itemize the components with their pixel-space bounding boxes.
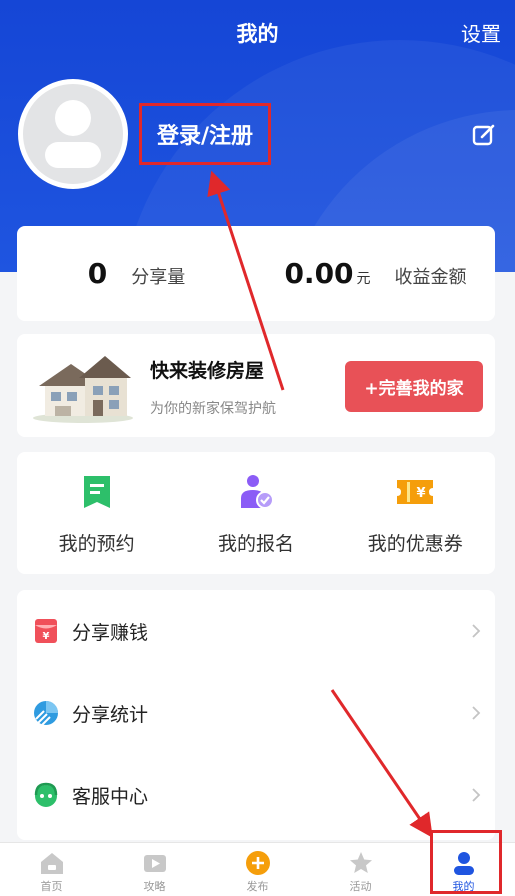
quick-action-appointments[interactable]: 我的预约 bbox=[17, 452, 176, 574]
share-count-stat[interactable]: 0 分享量 bbox=[17, 257, 256, 290]
chevron-right-icon bbox=[472, 624, 481, 638]
tab-label: 发布 bbox=[246, 880, 269, 893]
home-icon bbox=[40, 853, 63, 874]
tab-label: 首页 bbox=[40, 880, 63, 893]
quick-action-registrations[interactable]: 我的报名 bbox=[176, 452, 335, 574]
promo-subtitle: 为你的新家保驾护航 bbox=[150, 401, 276, 417]
menu-card: ¥ 分享赚钱 分享统计 客服中心 bbox=[17, 590, 495, 840]
tab-label: 攻略 bbox=[143, 880, 166, 893]
login-register-link[interactable]: 登录/注册 bbox=[157, 118, 253, 150]
earnings-stat[interactable]: 0.00 元 收益金额 bbox=[256, 257, 495, 290]
tab-label: 活动 bbox=[349, 880, 372, 893]
tab-guides[interactable]: 攻略 bbox=[103, 843, 206, 896]
menu-item-label: 分享赚钱 bbox=[72, 621, 149, 644]
promo-card: 快来装修房屋 为你的新家保驾护航 +完善我的家 bbox=[17, 334, 495, 437]
tab-highlight-box bbox=[430, 830, 502, 894]
chevron-right-icon bbox=[472, 788, 481, 802]
earnings-label: 收益金额 bbox=[394, 267, 467, 288]
svg-text:¥: ¥ bbox=[43, 631, 50, 642]
avatar-body bbox=[45, 142, 101, 168]
bookmark-icon bbox=[83, 476, 110, 508]
headset-icon bbox=[34, 782, 58, 807]
edit-icon[interactable] bbox=[472, 123, 496, 147]
quick-action-label: 我的预约 bbox=[58, 533, 135, 555]
login-highlight-box: 登录/注册 bbox=[139, 103, 271, 165]
promo-title: 快来装修房屋 bbox=[150, 360, 265, 382]
user-check-icon bbox=[240, 475, 274, 509]
tab-publish[interactable]: 发布 bbox=[206, 843, 309, 896]
share-count-value: 0 bbox=[87, 257, 108, 290]
share-count-label: 分享量 bbox=[131, 267, 186, 288]
stats-card: 0 分享量 0.00 元 收益金额 bbox=[17, 226, 495, 321]
avatar-head bbox=[55, 100, 91, 136]
svg-text:¥: ¥ bbox=[417, 486, 426, 501]
settings-button[interactable]: 设置 bbox=[461, 18, 501, 47]
pie-chart-icon bbox=[34, 701, 58, 726]
menu-item-label: 分享统计 bbox=[72, 703, 149, 726]
quick-action-coupons[interactable]: ¥ 我的优惠券 bbox=[336, 452, 495, 574]
avatar[interactable] bbox=[18, 79, 128, 189]
star-icon bbox=[349, 852, 372, 873]
quick-action-label: 我的优惠券 bbox=[367, 533, 463, 555]
menu-item-share-stats[interactable]: 分享统计 bbox=[17, 672, 495, 754]
tab-home[interactable]: 首页 bbox=[0, 843, 103, 896]
chevron-right-icon bbox=[472, 706, 481, 720]
red-envelope-icon: ¥ bbox=[35, 619, 57, 643]
complete-home-button[interactable]: +完善我的家 bbox=[345, 361, 483, 412]
quick-actions-card: 我的预约 我的报名 ¥ 我的优惠券 bbox=[17, 452, 495, 574]
quick-action-label: 我的报名 bbox=[217, 533, 294, 555]
coupon-icon: ¥ bbox=[397, 480, 434, 504]
earnings-unit: 元 bbox=[356, 271, 371, 287]
menu-item-label: 客服中心 bbox=[72, 785, 149, 808]
tab-activities[interactable]: 活动 bbox=[309, 843, 412, 896]
video-icon bbox=[143, 855, 166, 872]
page-title: 我的 bbox=[236, 22, 279, 46]
plus-circle-icon bbox=[245, 851, 270, 875]
menu-item-customer-service[interactable]: 客服中心 bbox=[17, 754, 495, 836]
earnings-value: 0.00 bbox=[284, 257, 354, 290]
house-illustration bbox=[33, 356, 133, 423]
menu-item-share-earn[interactable]: ¥ 分享赚钱 bbox=[17, 590, 495, 672]
